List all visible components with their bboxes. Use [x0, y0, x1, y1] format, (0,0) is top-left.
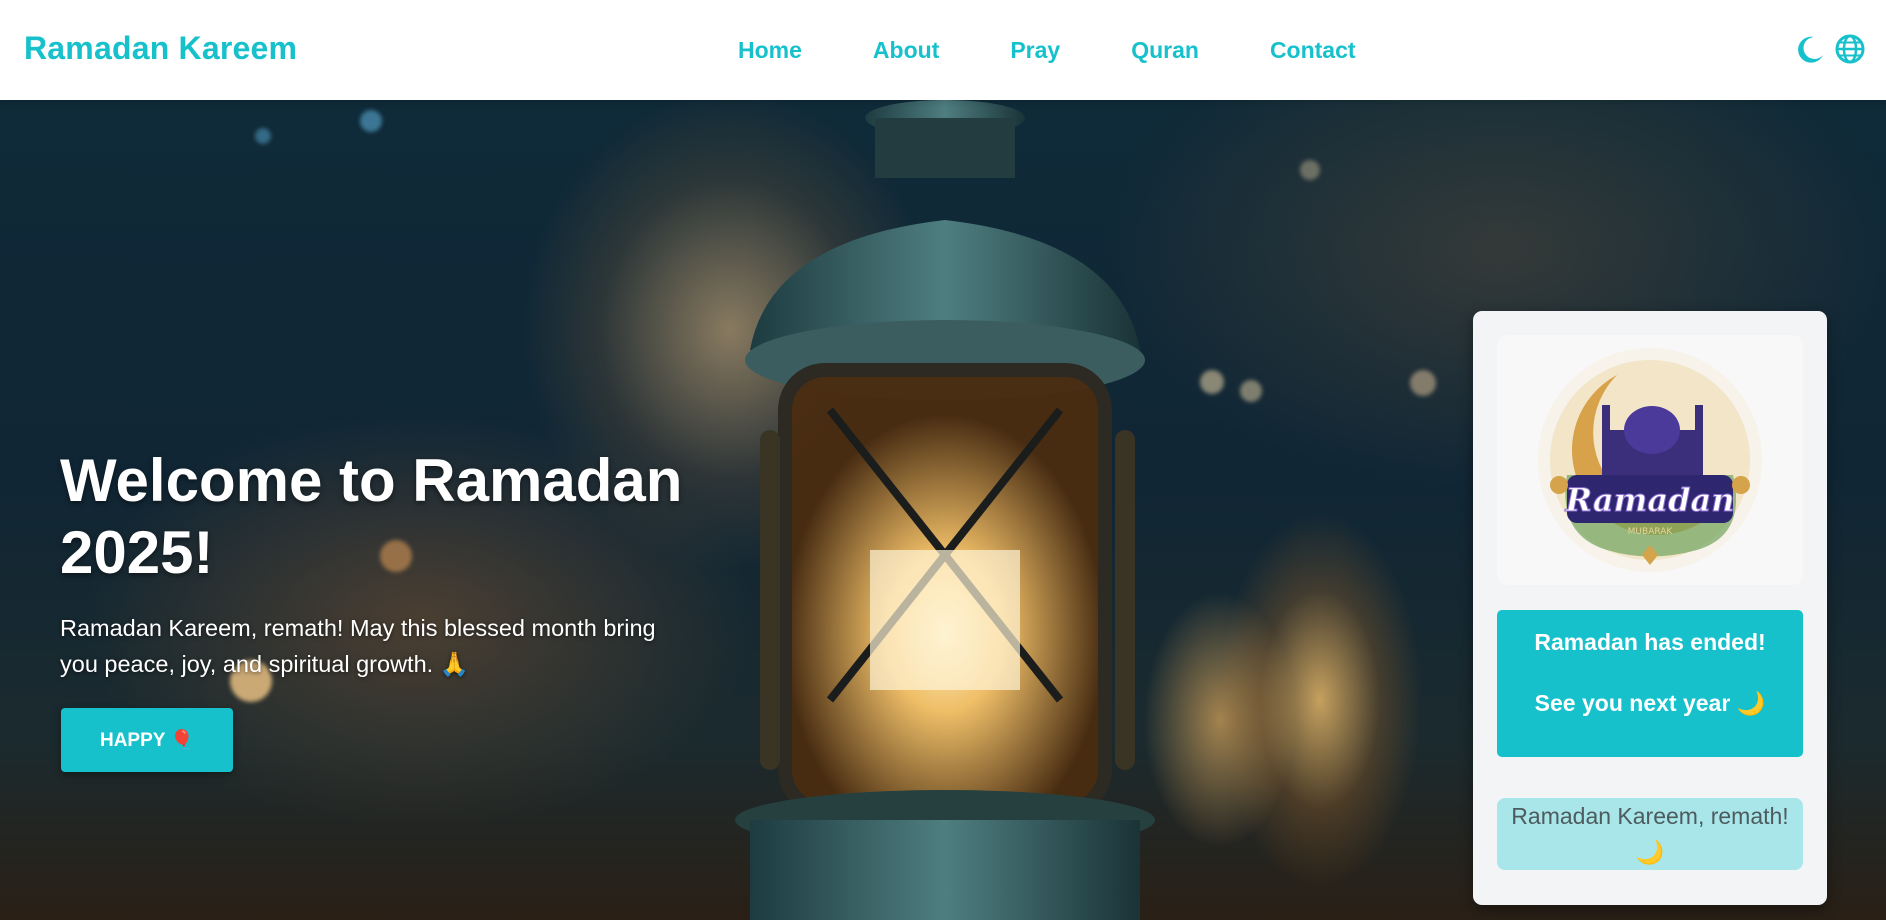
brand-logo[interactable]: Ramadan Kareem	[24, 30, 297, 67]
ramadan-logo-artwork: Ramadan MUBARAK	[1538, 348, 1762, 572]
hero-title: Welcome to Ramadan 2025!	[60, 447, 683, 586]
bokeh-light	[360, 110, 382, 132]
ended-line-2: See you next year 🌙	[1534, 690, 1766, 716]
nav-link-about[interactable]: About	[873, 37, 939, 64]
nav-link-quran[interactable]: Quran	[1131, 37, 1199, 64]
nav-link-pray[interactable]: Pray	[1010, 37, 1060, 64]
globe-icon[interactable]	[1834, 33, 1866, 65]
bokeh-light	[1300, 160, 1320, 180]
bokeh-light	[1410, 370, 1436, 396]
happy-button[interactable]: HAPPY 🎈	[61, 708, 233, 772]
navbar: Ramadan Kareem Home About Pray Quran Con…	[0, 0, 1886, 100]
bokeh-light	[255, 128, 271, 144]
logo-title-text: Ramadan	[1564, 481, 1734, 519]
ended-line-1: Ramadan has ended!	[1534, 629, 1766, 655]
nav-icons	[1794, 33, 1866, 65]
nav-link-home[interactable]: Home	[738, 37, 802, 64]
greeting-message: Ramadan Kareem, remath! 🌙	[1497, 798, 1803, 870]
ramadan-ended-notice: Ramadan has ended! See you next year 🌙	[1497, 610, 1803, 757]
ramadan-mubarak-logo: Ramadan MUBARAK	[1497, 335, 1803, 585]
lantern-illustration	[735, 100, 1155, 920]
nav-link-contact[interactable]: Contact	[1270, 37, 1356, 64]
ramadan-card: Ramadan MUBARAK Ramadan has ended! See y…	[1473, 311, 1827, 905]
logo-subtitle-text: MUBARAK	[1628, 527, 1674, 537]
nav-links: Home About Pray Quran Contact	[738, 37, 1427, 64]
hero-subtitle: Ramadan Kareem, remath! May this blessed…	[60, 615, 656, 677]
hero-section: Welcome to Ramadan 2025! Ramadan Kareem,…	[0, 100, 1886, 920]
moon-icon[interactable]	[1794, 33, 1826, 65]
bokeh-light	[1240, 380, 1262, 402]
